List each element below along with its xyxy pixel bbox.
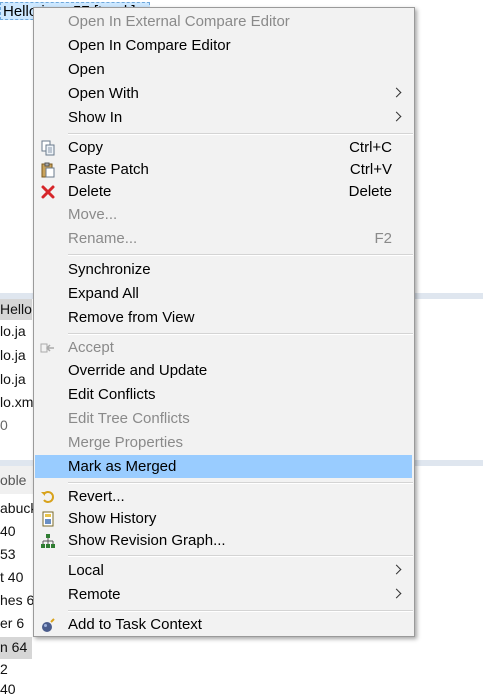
menu-synchronize[interactable]: Synchronize bbox=[34, 259, 414, 281]
revision-graph-icon bbox=[40, 533, 56, 549]
menu-rename[interactable]: Rename... F2 bbox=[34, 228, 414, 250]
problems-line: 2 bbox=[0, 661, 8, 677]
menu-local[interactable]: Local bbox=[34, 560, 414, 582]
menu-revert[interactable]: Revert... bbox=[34, 486, 414, 508]
submenu-arrow-icon bbox=[391, 111, 402, 122]
problems-line: er 6 bbox=[0, 615, 25, 631]
problems-line: n 64 bbox=[0, 639, 28, 655]
menu-open-external-compare-editor[interactable]: Open In External Compare Editor bbox=[34, 11, 414, 33]
problems-line: 53 bbox=[0, 546, 16, 562]
editor-line: lo.xm bbox=[0, 394, 34, 410]
problems-line: abuck bbox=[0, 500, 38, 516]
paste-icon bbox=[40, 162, 56, 178]
menu-copy[interactable]: Copy Ctrl+C bbox=[34, 137, 414, 159]
problems-tab-label: oble bbox=[0, 472, 27, 488]
menu-accept[interactable]: Accept bbox=[34, 337, 414, 359]
submenu-arrow-icon bbox=[391, 87, 402, 98]
task-context-icon bbox=[40, 617, 56, 633]
revert-icon bbox=[40, 489, 56, 505]
menu-move[interactable]: Move... bbox=[34, 204, 414, 226]
editor-line: Hello bbox=[0, 301, 32, 317]
context-menu: Open In External Compare Editor Open In … bbox=[33, 7, 415, 637]
editor-line: lo.ja bbox=[0, 323, 26, 339]
history-icon bbox=[40, 511, 56, 527]
menu-delete[interactable]: Delete Delete bbox=[34, 181, 414, 203]
menu-separator bbox=[68, 555, 413, 557]
editor-line: lo.ja bbox=[0, 347, 26, 363]
menu-show-history[interactable]: Show History bbox=[34, 508, 414, 530]
copy-icon bbox=[40, 140, 56, 156]
menu-remove-from-view[interactable]: Remove from View bbox=[34, 307, 414, 329]
menu-override-and-update[interactable]: Override and Update bbox=[34, 360, 414, 382]
menu-expand-all[interactable]: Expand All bbox=[34, 283, 414, 305]
menu-separator bbox=[68, 333, 413, 335]
menu-remote[interactable]: Remote bbox=[34, 584, 414, 606]
menu-separator bbox=[68, 482, 413, 484]
menu-separator bbox=[68, 254, 413, 256]
menu-open-with[interactable]: Open With bbox=[34, 83, 414, 105]
menu-show-in[interactable]: Show In bbox=[34, 107, 414, 129]
menu-merge-properties[interactable]: Merge Properties bbox=[34, 432, 414, 454]
accept-icon bbox=[40, 340, 56, 356]
delete-icon bbox=[40, 184, 56, 200]
menu-open-in-compare-editor[interactable]: Open In Compare Editor bbox=[34, 35, 414, 57]
editor-line: 0 bbox=[0, 417, 8, 433]
submenu-arrow-icon bbox=[391, 588, 402, 599]
editor-line: lo.ja bbox=[0, 371, 26, 387]
menu-separator bbox=[68, 133, 413, 135]
menu-show-revision-graph[interactable]: Show Revision Graph... bbox=[34, 530, 414, 552]
menu-separator bbox=[68, 610, 413, 612]
menu-paste-patch[interactable]: Paste Patch Ctrl+V bbox=[34, 159, 414, 181]
problems-line: 40 bbox=[0, 681, 16, 697]
menu-open[interactable]: Open bbox=[34, 59, 414, 81]
menu-edit-conflicts[interactable]: Edit Conflicts bbox=[34, 384, 414, 406]
problems-line: t 40 bbox=[0, 569, 24, 585]
problems-line: hes 6 bbox=[0, 592, 35, 608]
menu-mark-as-merged[interactable]: Mark as Merged bbox=[35, 455, 412, 478]
menu-add-to-task-context[interactable]: Add to Task Context bbox=[34, 614, 414, 636]
menu-edit-tree-conflicts[interactable]: Edit Tree Conflicts bbox=[34, 408, 414, 430]
problems-line: 40 bbox=[0, 523, 16, 539]
submenu-arrow-icon bbox=[391, 564, 402, 575]
